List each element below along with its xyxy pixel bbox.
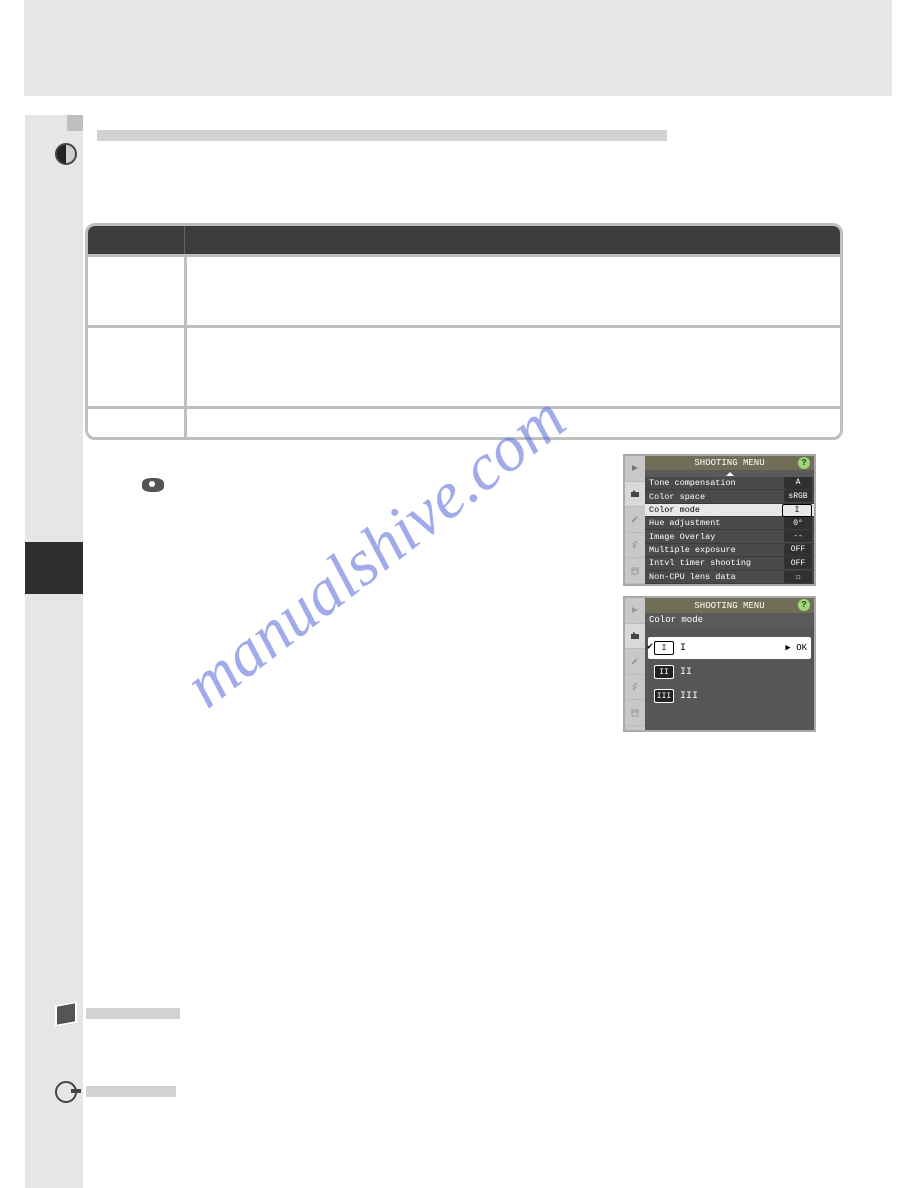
playback-tab-icon (625, 598, 645, 624)
checkmark-icon: ✔ (647, 641, 653, 653)
setup-tab-icon (625, 533, 645, 559)
menu-item: Color spacesRGB (645, 490, 814, 503)
lcd-tab-strip (625, 598, 645, 726)
menu-item: Intvl timer shootingOFF (645, 557, 814, 570)
shooting-menu-screenshot: SHOOTING MENU ? Tone compensationA Color… (623, 454, 816, 586)
option-row-selected: ✔ I I ▶ OK (648, 637, 811, 659)
help-icon: ? (798, 457, 810, 469)
sidebar-top-tab (67, 115, 83, 131)
tip-heading-rule (86, 1086, 176, 1097)
lcd-title: SHOOTING MENU ? (645, 598, 814, 613)
contrast-icon (55, 143, 79, 167)
option-row: III III (648, 685, 811, 707)
custom-tab-icon (625, 649, 645, 675)
menu-item: Image Overlay-- (645, 530, 814, 543)
lcd-tab-strip (625, 456, 645, 584)
recent-tab-icon (625, 700, 645, 726)
table-header (88, 226, 840, 254)
shooting-tab-icon (625, 482, 645, 508)
lcd-content: SHOOTING MENU ? Tone compensationA Color… (645, 456, 814, 584)
lcd-content: SHOOTING MENU ? Color mode ✔ I I ▶ OK II… (645, 598, 814, 730)
table-row (88, 406, 840, 437)
table-row (88, 254, 840, 325)
note-heading-rule (86, 1008, 180, 1019)
table-row (88, 325, 840, 406)
lcd-title: SHOOTING MENU ? (645, 456, 814, 470)
scroll-up-arrow-icon (645, 470, 814, 477)
setup-tab-icon (625, 675, 645, 701)
lcd-title-text: SHOOTING MENU (694, 458, 764, 468)
pencil-icon (55, 1003, 79, 1027)
menu-item: Multiple exposureOFF (645, 544, 814, 557)
playback-tab-icon (625, 456, 645, 482)
shooting-tab-icon (625, 624, 645, 650)
sidebar-active-tab (25, 542, 83, 594)
color-mode-screenshot: SHOOTING MENU ? Color mode ✔ I I ▶ OK II… (623, 596, 816, 732)
heading-rule (97, 130, 667, 141)
custom-white-balance-icon (140, 476, 166, 494)
page-header-band (24, 0, 892, 96)
recent-tab-icon (625, 558, 645, 584)
ok-hint: ▶ OK (785, 643, 807, 653)
option-row: II II (648, 661, 811, 683)
custom-tab-icon (625, 507, 645, 533)
options-table (85, 223, 843, 440)
menu-item: Non-CPU lens data☐ (645, 571, 814, 584)
help-icon: ? (798, 599, 810, 611)
menu-item-selected: Color modeI (645, 504, 814, 517)
page-sidebar (25, 115, 83, 1188)
lcd-subtitle: Color mode (645, 613, 814, 627)
key-icon (55, 1081, 79, 1105)
menu-item: Hue adjustment0° (645, 517, 814, 530)
menu-item: Tone compensationA (645, 477, 814, 490)
lcd-title-text: SHOOTING MENU (694, 601, 764, 611)
